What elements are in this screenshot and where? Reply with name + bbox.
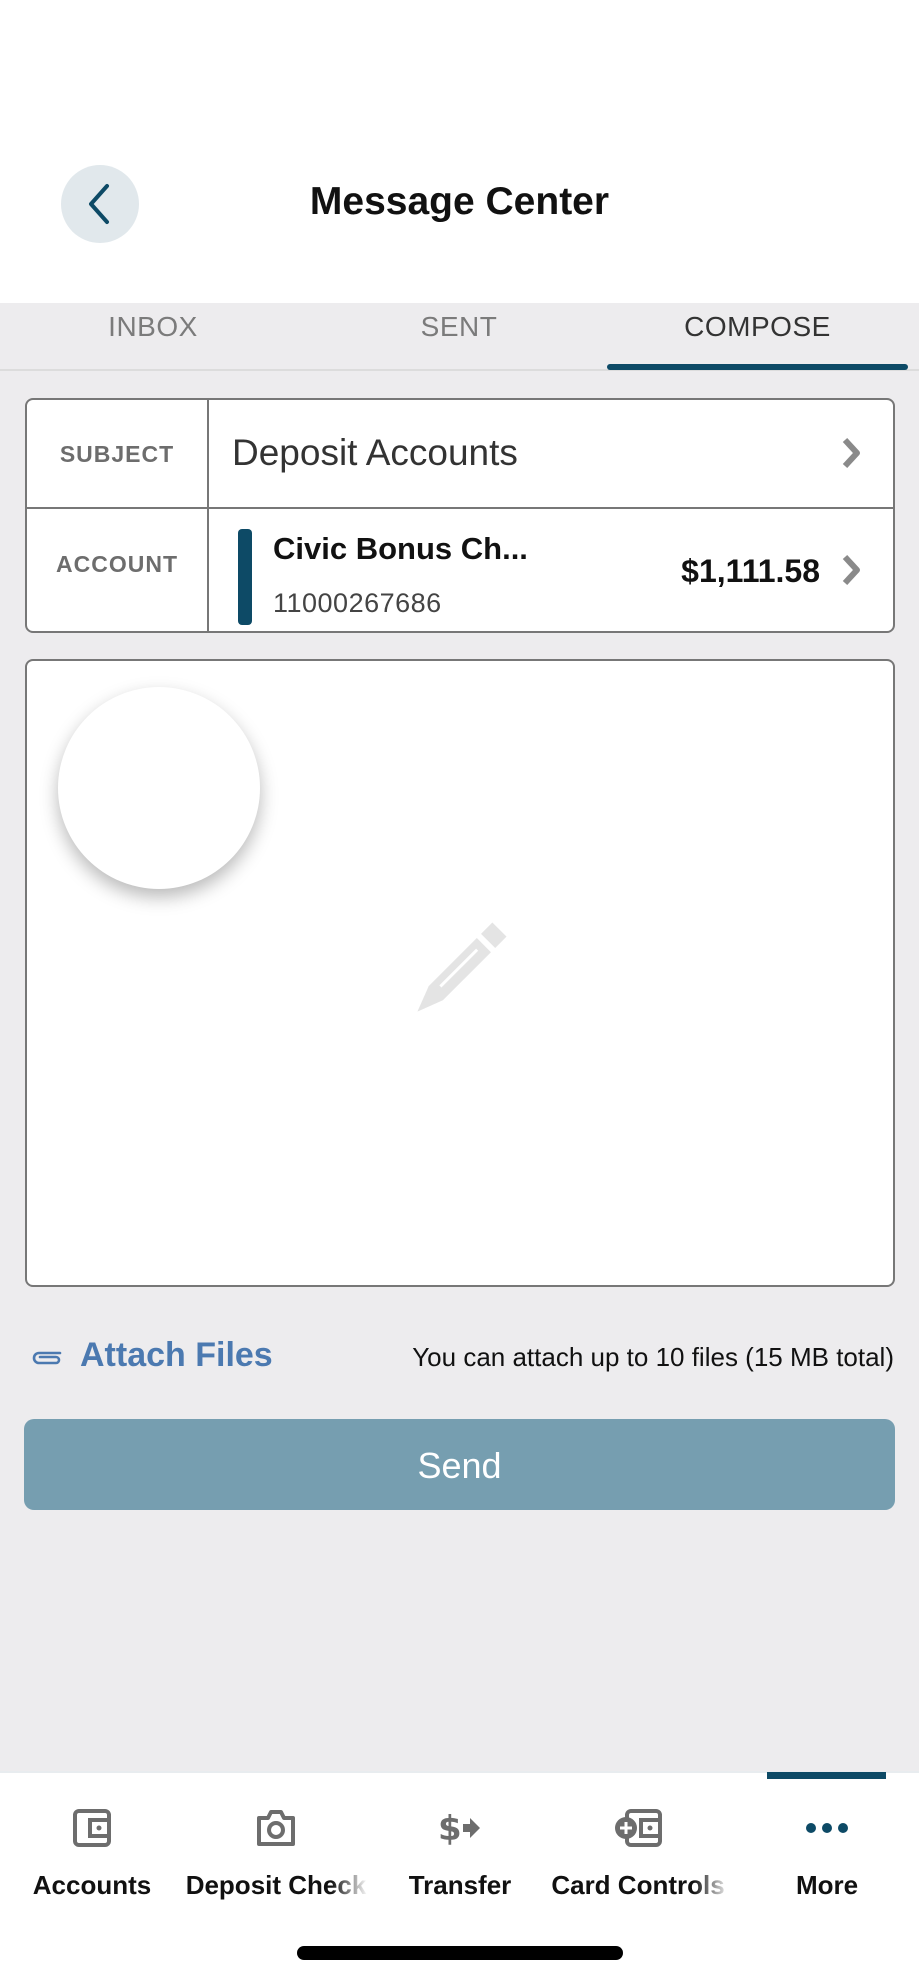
nav-item-transfer[interactable]: $ Transfer <box>368 1800 552 1901</box>
attach-files-label[interactable]: Attach Files <box>80 1336 273 1375</box>
tab-compose[interactable]: COMPOSE <box>607 303 908 369</box>
chevron-right-icon[interactable] <box>836 552 866 588</box>
more-dots-icon <box>806 1823 848 1833</box>
floating-circle-button[interactable] <box>58 687 260 889</box>
divider <box>25 507 893 509</box>
home-indicator[interactable] <box>297 1946 623 1960</box>
dollar-transfer-icon: $ <box>438 1809 480 1849</box>
active-tab-indicator <box>607 364 908 370</box>
nav-item-more[interactable]: More <box>735 1800 919 1901</box>
nav-label: More <box>795 1870 859 1900</box>
account-name[interactable]: Civic Bonus Ch... <box>273 531 528 567</box>
account-balance: $1,111.58 <box>681 553 820 589</box>
page-title: Message Center <box>309 180 610 223</box>
send-button[interactable]: Send <box>24 1419 895 1510</box>
nav-item-accounts[interactable]: Accounts <box>0 1800 184 1901</box>
header <box>0 0 919 303</box>
chevron-right-icon[interactable] <box>836 435 866 471</box>
card-controls-icon <box>615 1809 662 1847</box>
nav-label: Deposit Check <box>185 1870 367 1900</box>
tab-inbox[interactable]: INBOX <box>0 303 306 369</box>
nav-label: Accounts <box>32 1870 152 1900</box>
account-label: ACCOUNT <box>56 551 178 577</box>
attach-files-button[interactable]: Attach Files <box>30 1336 273 1375</box>
pencil-icon <box>417 922 507 1012</box>
divider <box>207 400 209 631</box>
account-number: 11000267686 <box>273 588 442 618</box>
subject-field[interactable]: Deposit Accounts <box>232 432 518 474</box>
nav-label: Card Controls <box>551 1870 725 1900</box>
svg-text:$: $ <box>438 1809 462 1849</box>
tab-sent[interactable]: SENT <box>306 303 612 369</box>
nav-item-card-controls[interactable]: Card Controls <box>546 1800 730 1901</box>
account-color-bar <box>238 529 252 625</box>
attach-info-text: You can attach up to 10 files (15 MB tot… <box>412 1342 894 1372</box>
subject-label: SUBJECT <box>59 441 175 467</box>
paperclip-icon <box>32 1351 62 1364</box>
active-nav-indicator <box>767 1772 886 1779</box>
nav-label: Transfer <box>408 1870 512 1900</box>
camera-icon <box>257 1810 295 1846</box>
wallet-icon <box>73 1809 111 1847</box>
tab-bar: INBOX SENT COMPOSE <box>0 303 919 371</box>
nav-item-deposit-check[interactable]: Deposit Check <box>184 1800 368 1901</box>
